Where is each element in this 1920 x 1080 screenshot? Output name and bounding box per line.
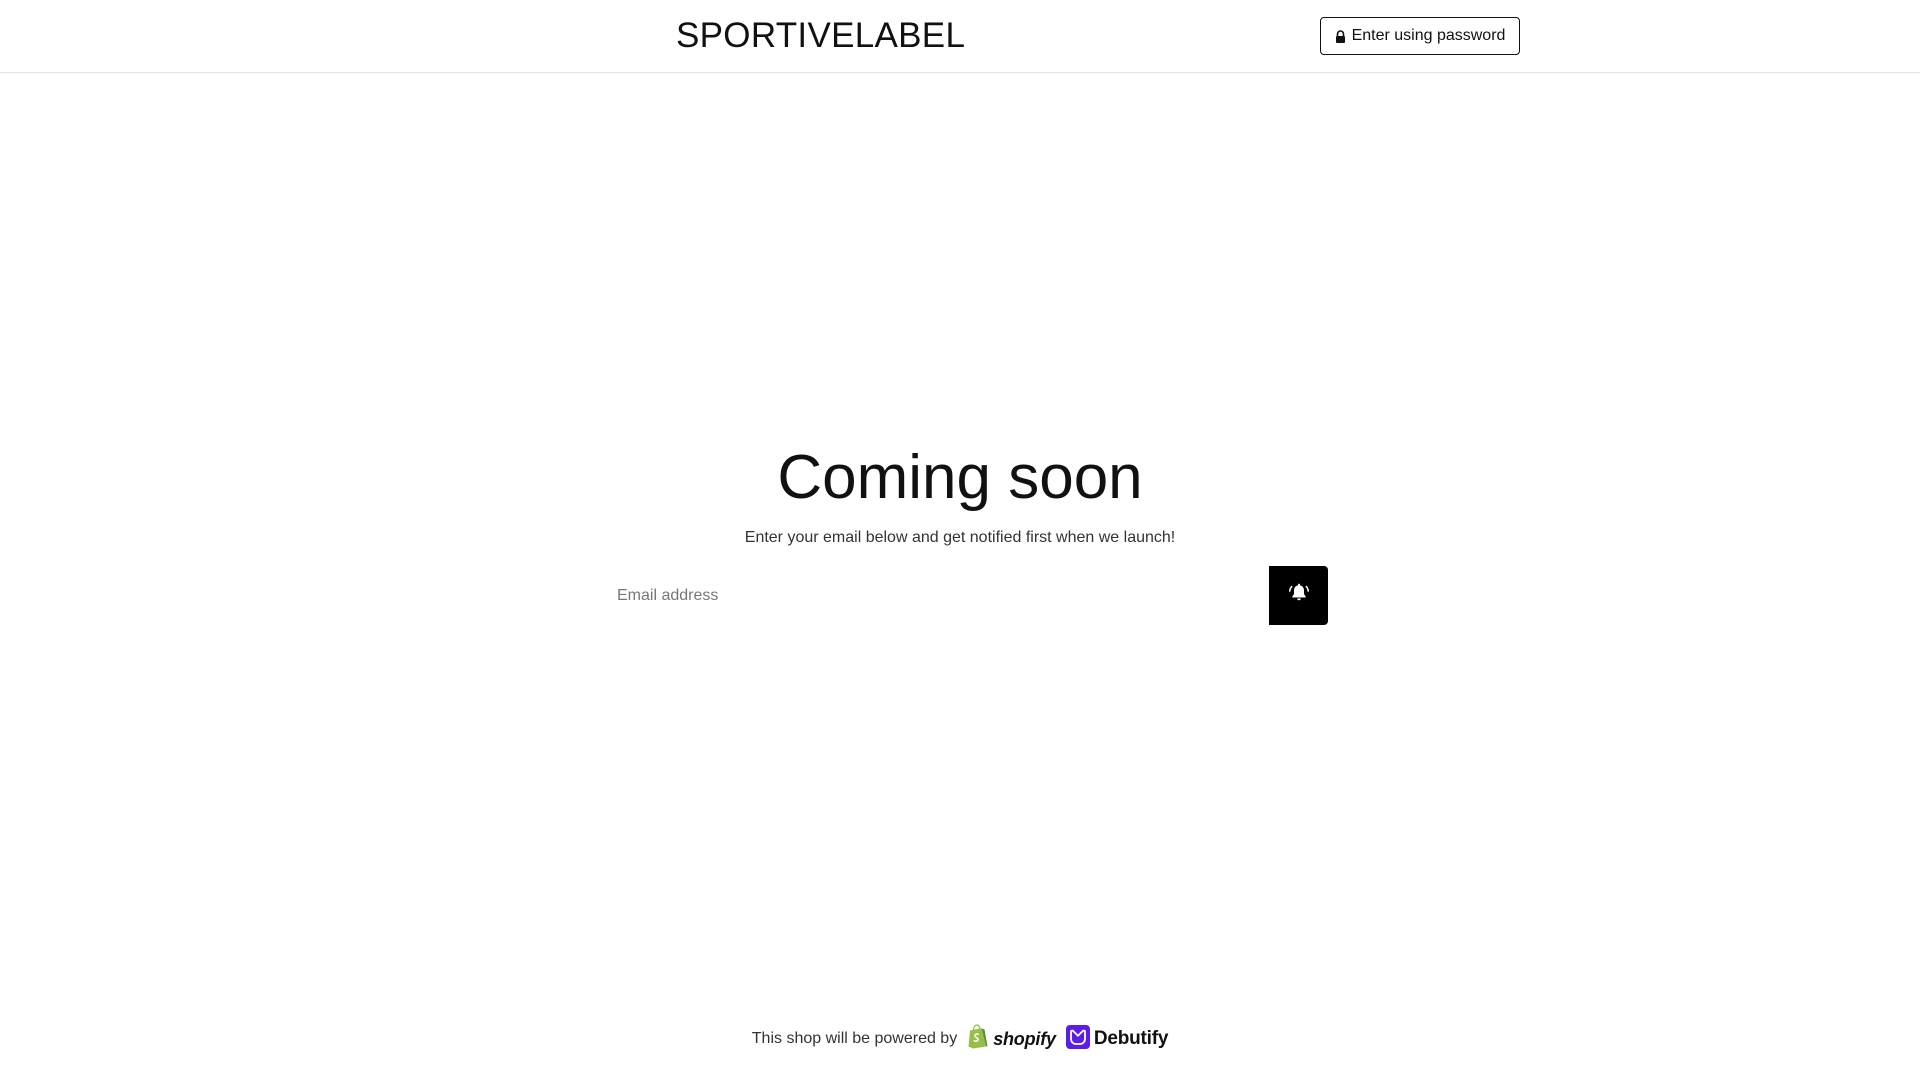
powered-by-text: This shop will be powered by — [751, 1030, 958, 1047]
shopify-bag-icon — [967, 1024, 989, 1054]
password-page: SPORTIVELABEL Enter using password Comin… — [0, 0, 1920, 1080]
notify-me-button[interactable] — [1269, 566, 1328, 625]
email-input[interactable] — [602, 566, 1262, 625]
page-subtitle: Enter your email below and get notified … — [744, 529, 1176, 546]
bell-ring-icon — [1288, 583, 1310, 608]
lock-icon — [1335, 29, 1346, 43]
enter-using-password-button[interactable]: Enter using password — [1320, 17, 1520, 55]
site-footer: This shop will be powered by shopify Deb… — [0, 1024, 1920, 1054]
debutify-wordmark: Debutify — [1093, 1028, 1169, 1049]
shopify-wordmark: shopify — [993, 1028, 1056, 1049]
store-logo[interactable]: SPORTIVELABEL — [676, 14, 965, 58]
debutify-mark-icon — [1065, 1024, 1090, 1054]
newsletter-form — [602, 566, 1328, 625]
enter-using-password-label: Enter using password — [1351, 27, 1506, 44]
site-header: SPORTIVELABEL Enter using password — [0, 0, 1920, 73]
page-title: Coming soon — [777, 443, 1143, 512]
debutify-logo[interactable]: Debutify — [1065, 1024, 1169, 1054]
shopify-logo[interactable]: shopify — [967, 1024, 1056, 1054]
